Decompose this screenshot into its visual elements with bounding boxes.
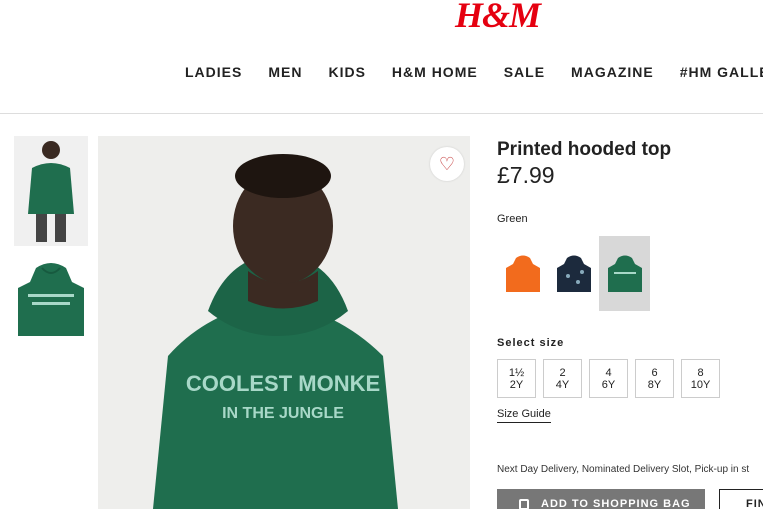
- swatch-orange[interactable]: [497, 236, 548, 311]
- wishlist-button[interactable]: ♡: [430, 147, 464, 181]
- hm-logo[interactable]: H&M: [455, 0, 541, 36]
- size-option-6-8y[interactable]: 6 8Y: [635, 359, 674, 398]
- swatch-green[interactable]: [599, 236, 650, 311]
- nav-sale[interactable]: SALE: [504, 64, 545, 80]
- size-age: 8: [697, 366, 704, 379]
- find-in-store-button[interactable]: FIN: [719, 489, 763, 509]
- select-size-label: Select size: [497, 337, 565, 349]
- heart-icon: ♡: [438, 153, 456, 174]
- size-age: 6: [651, 366, 658, 379]
- navy-hoodie-icon: [556, 255, 591, 292]
- hoodie-thumbnail-image: [18, 263, 84, 336]
- hoodie-print-line-1: COOLEST MONKE: [186, 371, 380, 396]
- thumbnail-list: [14, 136, 88, 364]
- nav-kids[interactable]: KIDS: [328, 64, 365, 80]
- product-main-image: COOLEST MONKE IN THE JUNGLE: [98, 136, 470, 509]
- add-to-bag-label: ADD TO SHOPPING BAG: [541, 498, 691, 509]
- size-age: 2: [559, 366, 566, 379]
- add-to-bag-button[interactable]: ADD TO SHOPPING BAG: [497, 489, 705, 509]
- nav-ladies[interactable]: LADIES: [185, 64, 242, 80]
- size-years: 10Y: [690, 378, 711, 391]
- size-age: 4: [605, 366, 612, 379]
- size-guide-link[interactable]: Size Guide: [497, 408, 551, 423]
- size-option-8-10y[interactable]: 8 10Y: [681, 359, 720, 398]
- size-years: 2Y: [509, 378, 524, 391]
- thumbnail-model[interactable]: [14, 136, 88, 246]
- nav-hm-home[interactable]: H&M HOME: [392, 64, 478, 80]
- size-years: 6Y: [601, 378, 616, 391]
- size-option-1-2y[interactable]: 1½ 2Y: [497, 359, 536, 398]
- color-swatches: [497, 236, 650, 311]
- size-option-4-6y[interactable]: 4 6Y: [589, 359, 628, 398]
- size-years: 8Y: [647, 378, 662, 391]
- size-selector: 1½ 2Y 2 4Y 4 6Y 6 8Y 8 10Y: [497, 359, 727, 398]
- nav-hm-gallery[interactable]: #HM GALLE: [680, 64, 763, 80]
- product-photo: COOLEST MONKE IN THE JUNGLE: [98, 136, 470, 509]
- nav-magazine[interactable]: MAGAZINE: [571, 64, 654, 80]
- orange-hoodie-icon: [505, 255, 540, 292]
- size-option-2-4y[interactable]: 2 4Y: [543, 359, 582, 398]
- swatch-navy[interactable]: [548, 236, 599, 311]
- green-hoodie-icon: [607, 255, 642, 292]
- shopping-bag-icon: [519, 498, 529, 509]
- thumbnail-hoodie[interactable]: [14, 260, 88, 350]
- main-nav: LADIES MEN KIDS H&M HOME SALE MAGAZINE #…: [185, 64, 763, 80]
- selected-color-label: Green: [497, 213, 528, 225]
- product-price: £7.99: [497, 162, 555, 188]
- header-divider: [0, 113, 763, 114]
- nav-men[interactable]: MEN: [268, 64, 302, 80]
- find-in-store-label: FIN: [746, 498, 763, 509]
- product-title: Printed hooded top: [497, 139, 672, 160]
- size-age: 1½: [508, 366, 525, 379]
- delivery-info: Next Day Delivery, Nominated Delivery Sl…: [497, 464, 750, 475]
- size-years: 4Y: [555, 378, 570, 391]
- model-thumbnail-image: [14, 136, 88, 246]
- hoodie-print-line-2: IN THE JUNGLE: [222, 405, 344, 422]
